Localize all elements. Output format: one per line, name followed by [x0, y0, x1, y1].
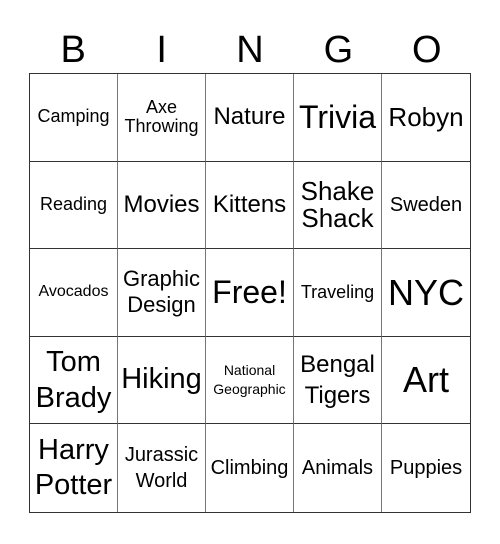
bingo-header: B I N G O [29, 28, 471, 72]
bingo-cell[interactable]: Harry Potter [30, 424, 118, 512]
bingo-cell[interactable]: Trivia [294, 74, 382, 162]
bingo-cell[interactable]: Art [382, 337, 470, 425]
bingo-cell[interactable]: National Geographic [206, 336, 294, 425]
bingo-cell[interactable]: Robyn [382, 74, 470, 162]
bingo-cell[interactable]: Tom Brady [30, 336, 118, 425]
header-letter-o: O [412, 29, 442, 71]
bingo-grid: Camping Axe Throwing Nature Trivia Robyn… [29, 73, 471, 513]
header-letter-i: I [156, 29, 167, 71]
bingo-cell[interactable]: Puppies [382, 424, 470, 512]
bingo-cell[interactable]: Graphic Design [118, 249, 206, 337]
bingo-cell[interactable]: Camping [30, 74, 118, 162]
bingo-cell[interactable]: Avocados [30, 249, 118, 337]
bingo-cell[interactable]: Kittens [206, 161, 294, 250]
bingo-cell[interactable]: Shake Shack [294, 161, 382, 250]
bingo-cell[interactable]: Reading [30, 161, 118, 250]
bingo-cell[interactable]: Axe Throwing [118, 74, 206, 162]
header-letter-g: G [323, 29, 354, 71]
header-letter-n: N [236, 29, 264, 71]
bingo-cell[interactable]: Nature [206, 74, 294, 162]
free-space-cell[interactable]: Free! [206, 249, 294, 337]
header-letter-b: B [60, 29, 86, 71]
bingo-cell[interactable]: Climbing [206, 424, 294, 512]
bingo-cell[interactable]: Hiking [118, 336, 206, 425]
bingo-cell[interactable]: Jurassic World [118, 424, 206, 512]
bingo-cell[interactable]: Bengal Tigers [294, 336, 382, 425]
bingo-cell[interactable]: NYC [382, 249, 470, 337]
bingo-cell[interactable]: Sweden [382, 162, 470, 250]
bingo-cell[interactable]: Traveling [294, 249, 382, 337]
bingo-cell[interactable]: Animals [294, 424, 382, 512]
bingo-cell[interactable]: Movies [118, 161, 206, 250]
